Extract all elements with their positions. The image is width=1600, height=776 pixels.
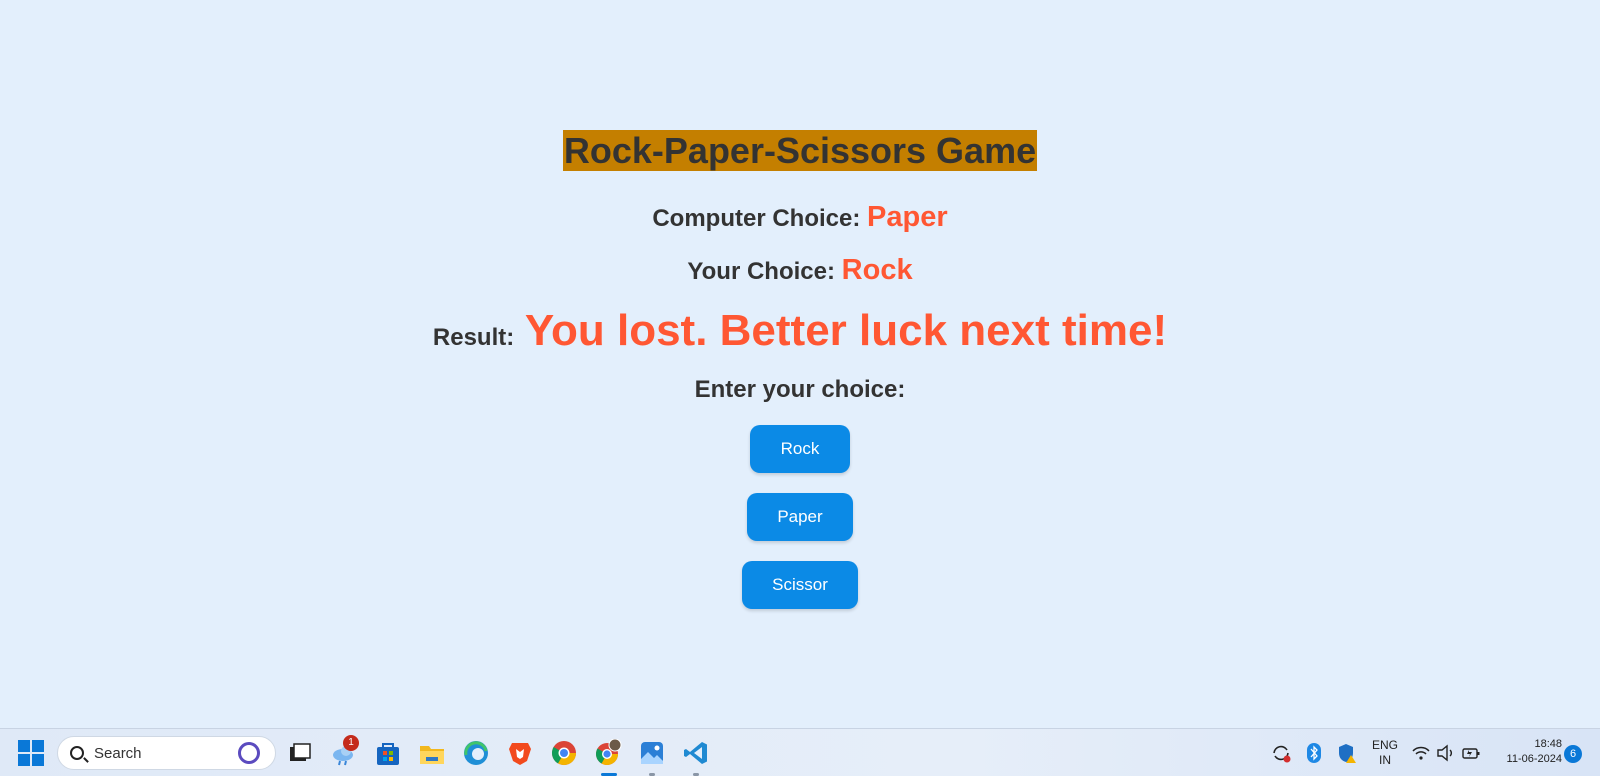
taskbar-search[interactable]: Search [57,736,276,770]
clock-time: 18:48 [1534,738,1562,750]
wifi-icon[interactable] [1411,744,1431,762]
result-label: Result: [432,324,515,351]
language-code: ENG [1371,738,1398,752]
your-choice-value: Rock [841,254,913,286]
result-value: You lost. Better luck next time! [524,306,1168,355]
bluetooth-icon[interactable] [1304,742,1324,764]
rock-button[interactable]: Rock [750,425,850,473]
clock[interactable]: 18:48 11-06-2024 [1490,737,1562,767]
computer-choice-label: Computer Choice: [652,205,861,232]
your-choice-line: Your Choice: Rock [0,254,1600,287]
volume-icon[interactable] [1436,744,1456,762]
page-title: Rock-Paper-Scissors Game [562,130,1038,171]
your-choice-label: Your Choice: [687,258,835,285]
computer-choice-line: Computer Choice: Paper [0,201,1600,234]
taskbar: Search 1 ENG IN 18:48 11-06-2024 6 [0,728,1600,776]
weather-badge: 1 [343,735,359,751]
search-placeholder: Search [94,745,142,762]
battery-icon[interactable] [1461,744,1481,762]
scissor-button[interactable]: Scissor [742,561,858,609]
search-icon [70,746,84,760]
game-page: Rock-Paper-Scissors Game Computer Choice… [0,0,1600,728]
computer-choice-value: Paper [867,201,948,233]
chrome-icon[interactable] [550,739,578,767]
edge-icon[interactable] [462,739,490,767]
notification-badge[interactable]: 6 [1564,745,1582,763]
sync-icon[interactable] [1270,742,1292,764]
clock-date: 11-06-2024 [1506,753,1562,765]
paper-button[interactable]: Paper [747,493,853,541]
brave-icon[interactable] [506,739,534,767]
input-language[interactable]: ENG IN [1370,738,1400,768]
chrome-profile-icon[interactable] [594,739,622,767]
photos-icon[interactable] [638,739,666,767]
choice-prompt: Enter your choice: [694,376,906,403]
file-explorer-icon[interactable] [418,739,446,767]
result-line: Result: You lost. Better luck next time! [0,306,1600,356]
region-code: IN [1379,753,1391,767]
vscode-icon[interactable] [682,739,710,767]
task-view-icon[interactable] [286,739,314,767]
store-icon[interactable] [374,739,402,767]
security-shield-icon[interactable] [1336,742,1358,764]
start-icon[interactable] [18,740,44,766]
search-highlight-icon [238,742,260,764]
